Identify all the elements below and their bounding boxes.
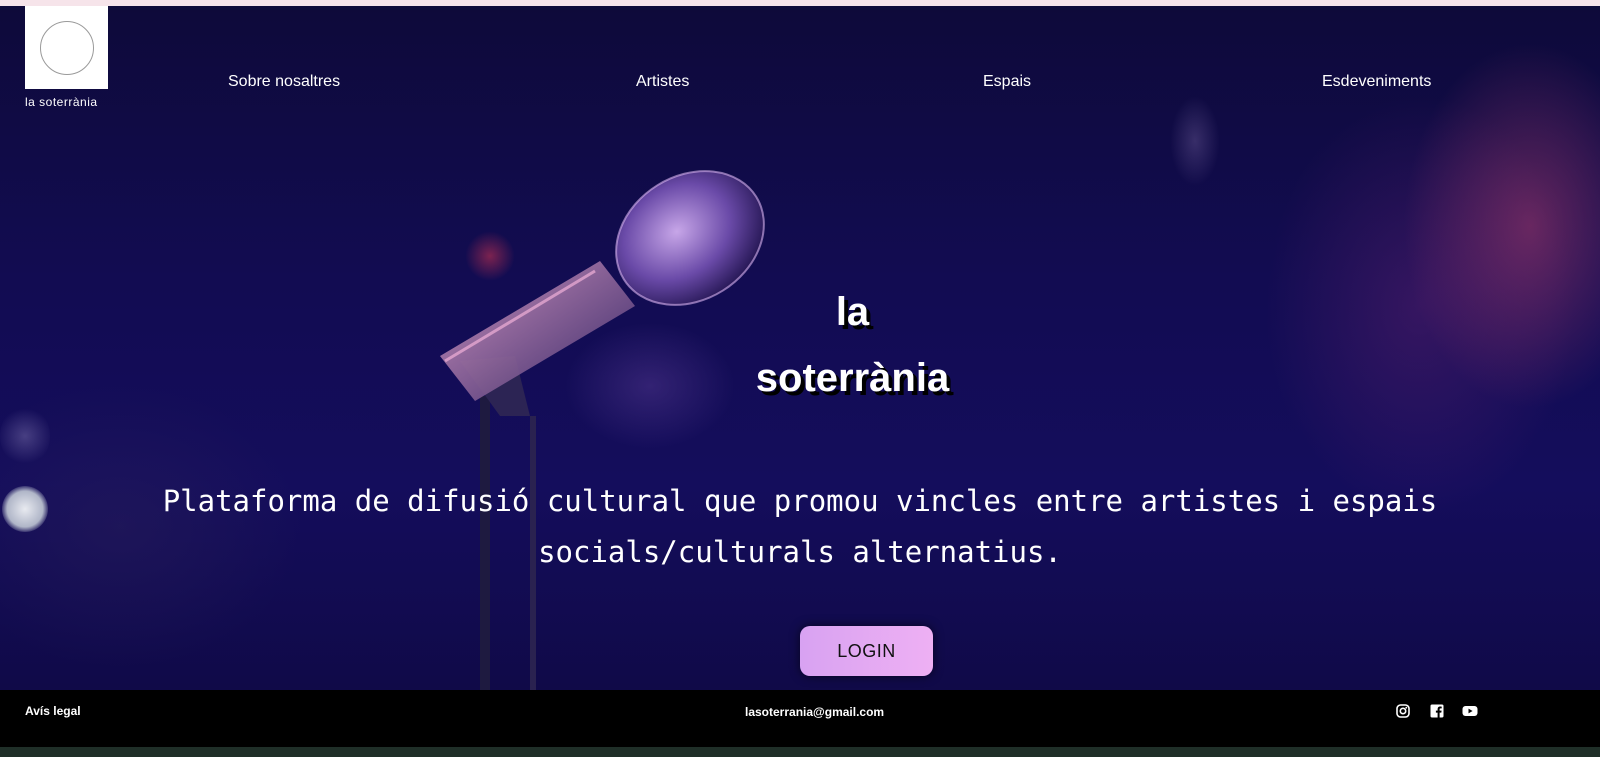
hero-section: la soterrània Sobre nosaltres Artistes E…	[0, 6, 1600, 690]
nav-item-sobre-nosaltres[interactable]: Sobre nosaltres	[228, 73, 340, 91]
bottom-strip	[0, 747, 1600, 757]
logo-text: la soterrània	[25, 95, 98, 109]
instagram-icon[interactable]	[1396, 704, 1410, 718]
hero-tagline: Plataforma de difusió cultural que promo…	[100, 476, 1500, 578]
bokeh-light	[0, 406, 50, 466]
microphone-image	[440, 170, 765, 690]
logo[interactable]	[25, 6, 108, 89]
login-button[interactable]: LOGIN	[800, 626, 933, 676]
bokeh-light	[1170, 96, 1220, 186]
tagline-line1: Plataforma de difusió cultural que promo…	[162, 484, 1438, 518]
youtube-icon[interactable]	[1462, 704, 1478, 718]
bokeh-light	[2, 486, 48, 532]
legal-notice-link[interactable]: Avís legal	[25, 704, 81, 718]
hero-title-line1: la	[835, 290, 870, 334]
nav-item-artistes[interactable]: Artistes	[636, 73, 689, 91]
hero-title-line2: soterrània	[755, 356, 950, 400]
email-link[interactable]: lasoterrania@gmail.com	[745, 705, 884, 719]
logo-circle	[39, 20, 94, 75]
tagline-line2: socials/culturals alternatius.	[538, 535, 1062, 569]
footer: Avís legal lasoterrania@gmail.com	[0, 690, 1600, 747]
nav-item-espais[interactable]: Espais	[983, 73, 1031, 91]
nav-item-esdeveniments[interactable]: Esdeveniments	[1322, 73, 1431, 91]
facebook-icon[interactable]	[1430, 704, 1444, 718]
